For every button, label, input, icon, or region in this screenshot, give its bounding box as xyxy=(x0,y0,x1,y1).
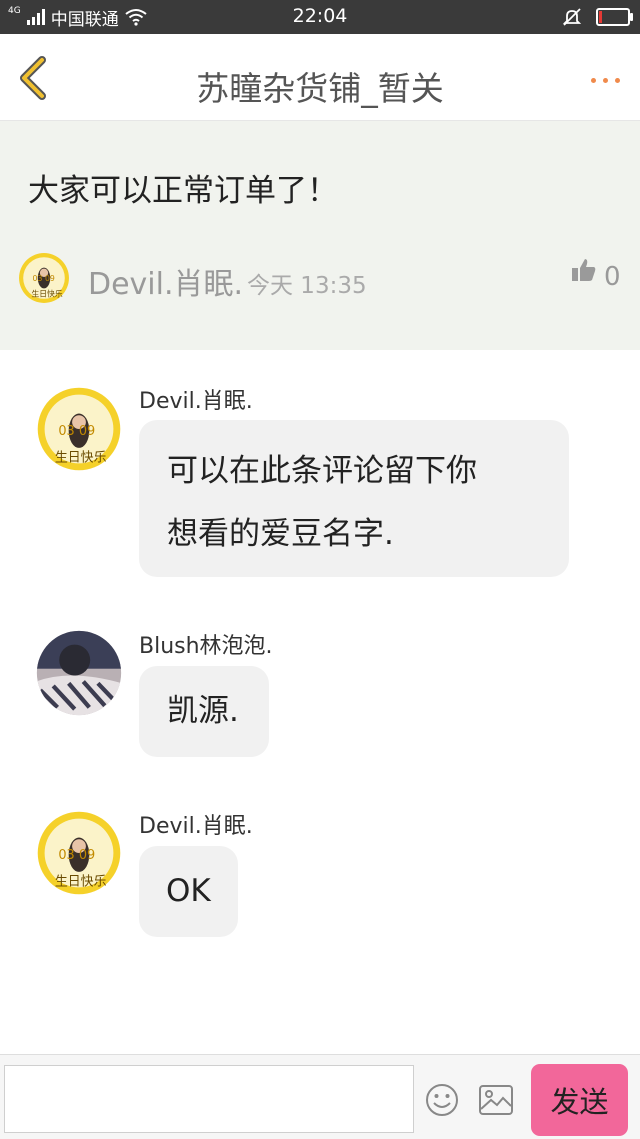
comment-author[interactable]: Devil.肖眠. xyxy=(139,808,253,840)
post-author[interactable]: Devil.肖眠. xyxy=(88,259,243,303)
status-bar: 4G 中国联通 22:04 xyxy=(0,0,640,34)
send-button[interactable]: 发送 xyxy=(531,1064,628,1136)
comment-input[interactable] xyxy=(4,1065,414,1133)
image-icon[interactable] xyxy=(479,1085,513,1115)
svg-text:生日快乐: 生日快乐 xyxy=(55,451,107,466)
comment-author[interactable]: Blush林泡泡. xyxy=(139,628,273,660)
message-line: 想看的爱豆名字. xyxy=(167,516,394,552)
message-line: 可以在此条评论留下你 xyxy=(167,453,477,489)
comment-item: Blush林泡泡. 凯源. xyxy=(0,590,640,770)
message-line: OK xyxy=(166,873,211,909)
avatar[interactable] xyxy=(36,630,122,716)
avatar-text-bottom: 生日快乐 xyxy=(32,289,63,299)
message-bubble[interactable]: 凯源. xyxy=(139,666,269,757)
input-bar: 发送 xyxy=(0,1054,640,1139)
battery-level xyxy=(599,11,602,23)
comment-item: 03 09 生日快乐 Devil.肖眠. OK xyxy=(0,770,640,950)
avatar-text-top: 03 09 xyxy=(33,274,55,283)
emoji-icon[interactable] xyxy=(425,1083,459,1117)
battery-icon xyxy=(596,8,633,26)
svg-text:生日快乐: 生日快乐 xyxy=(55,875,107,890)
clock: 22:04 xyxy=(292,5,348,27)
comment-item: 03 09 生日快乐 Devil.肖眠. 可以在此条评论留下你 想看的爱豆名字. xyxy=(0,350,640,590)
avatar[interactable]: 03 09 生日快乐 xyxy=(36,810,122,896)
thumbs-up-icon[interactable] xyxy=(571,257,597,283)
svg-text:03 09: 03 09 xyxy=(58,848,95,863)
avatar[interactable]: 03 09 生日快乐 xyxy=(36,386,122,472)
status-right xyxy=(562,7,633,27)
avatar[interactable]: 03 09 生日快乐 xyxy=(18,252,70,304)
bell-muted-icon xyxy=(562,8,582,26)
message-line: 凯源. xyxy=(167,693,239,729)
nav-header: 苏瞳杂货铺_暂关 xyxy=(0,34,640,121)
post-time: 今天 13:35 xyxy=(247,273,367,299)
page-title: 苏瞳杂货铺_暂关 xyxy=(196,69,444,108)
comment-author[interactable]: Devil.肖眠. xyxy=(139,383,253,415)
more-dots-icon[interactable] xyxy=(591,78,620,83)
post-text: 大家可以正常订单了！ xyxy=(28,173,338,209)
message-bubble[interactable]: OK xyxy=(139,846,238,937)
message-bubble[interactable]: 可以在此条评论留下你 想看的爱豆名字. xyxy=(139,420,569,577)
like-count: 0 xyxy=(604,262,621,292)
svg-text:03 09: 03 09 xyxy=(58,424,95,439)
post-card: 大家可以正常订单了！ 03 09 生日快乐 Devil.肖眠. 今天 13:35… xyxy=(0,121,640,350)
